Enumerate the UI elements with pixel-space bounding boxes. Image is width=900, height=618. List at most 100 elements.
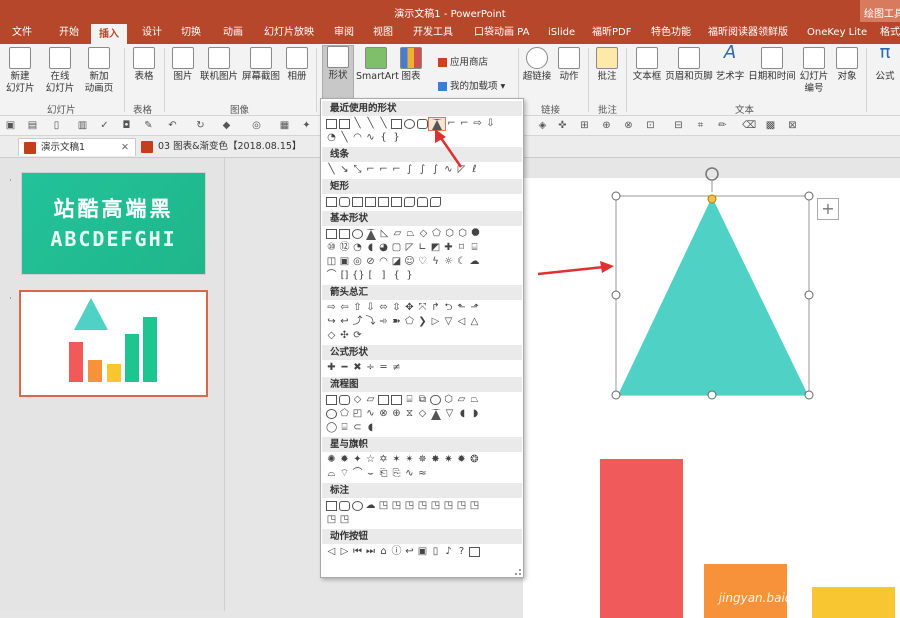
tab-islide[interactable]: iSlide bbox=[548, 22, 575, 44]
down-arrow-icon[interactable]: ⇩ bbox=[365, 303, 376, 313]
oval-shape-icon[interactable] bbox=[404, 119, 415, 129]
multidocument-icon[interactable]: ⧉ bbox=[417, 395, 428, 405]
divide-icon[interactable]: ÷ bbox=[365, 363, 376, 373]
line-callout-10-icon[interactable]: ◳ bbox=[339, 515, 350, 525]
or-icon[interactable]: ⊕ bbox=[391, 409, 402, 419]
bent-arrow-icon[interactable]: ↱ bbox=[430, 303, 441, 313]
textbox-shape-icon[interactable] bbox=[326, 119, 337, 129]
tab-design[interactable]: 设计 bbox=[142, 22, 162, 44]
adjust-handle[interactable] bbox=[707, 194, 717, 204]
star-10-icon[interactable]: ✵ bbox=[417, 455, 428, 465]
bevel-icon[interactable]: ▣ bbox=[339, 257, 350, 267]
curved-ribbon-up-icon[interactable]: ⌒ bbox=[352, 469, 363, 479]
star-32-icon[interactable]: ❂ bbox=[469, 455, 480, 465]
elbow-arrow-icon[interactable]: ⌐ bbox=[378, 165, 389, 175]
star-5-icon[interactable]: ☆ bbox=[365, 455, 376, 465]
rotate-handle-icon[interactable] bbox=[705, 167, 719, 181]
wave-icon[interactable]: ∿ bbox=[404, 469, 415, 479]
drawing-tools-context-tab[interactable]: 绘图工具 bbox=[860, 0, 900, 22]
line-shape-icon[interactable]: ╲ bbox=[365, 119, 376, 129]
album-button[interactable]: 相册 bbox=[284, 47, 310, 83]
cross-icon[interactable]: ✚ bbox=[443, 243, 454, 253]
display-icon[interactable]: ◖ bbox=[365, 423, 376, 433]
slide-thumbnail-2[interactable] bbox=[19, 290, 208, 397]
online-slide-button[interactable]: 在线 幻灯片 bbox=[44, 47, 76, 95]
resize-handle-bl[interactable] bbox=[611, 390, 621, 400]
hyperlink-button[interactable]: 超链接 bbox=[522, 47, 552, 83]
table-grid-icon[interactable]: ▩ bbox=[764, 119, 777, 132]
snip-rect-shape-icon[interactable] bbox=[365, 197, 376, 207]
tab-review[interactable]: 审阅 bbox=[334, 22, 354, 44]
action-return-icon[interactable]: ↩ bbox=[404, 547, 415, 557]
action-home-icon[interactable]: ⌂ bbox=[378, 547, 389, 557]
my-addins-button[interactable]: 我的加载项 ▾ bbox=[438, 78, 505, 92]
tab-insert[interactable]: 插入 bbox=[91, 22, 127, 44]
online-picture-button[interactable]: 联机图片 bbox=[199, 47, 239, 83]
curve-shape-icon[interactable]: ╲ bbox=[339, 133, 350, 143]
minus-icon[interactable]: ━ bbox=[339, 363, 350, 373]
line-callout-6-icon[interactable]: ◳ bbox=[443, 501, 454, 511]
vertical-textbox-icon[interactable] bbox=[339, 229, 350, 239]
connector-icon[interactable] bbox=[326, 409, 337, 419]
chord-icon[interactable]: ◖ bbox=[365, 243, 376, 253]
new-slide-button[interactable]: 新建 幻灯片 bbox=[6, 47, 35, 95]
quad-arrow-icon[interactable]: ✥ bbox=[404, 303, 415, 313]
star-16-icon[interactable]: ✷ bbox=[443, 455, 454, 465]
line-callout-1-icon[interactable]: ◳ bbox=[378, 501, 389, 511]
ungroup-icon[interactable]: ⊗ bbox=[622, 119, 635, 132]
action-info-icon[interactable]: ⓘ bbox=[391, 547, 402, 557]
layout-options-plus-icon[interactable]: + bbox=[817, 198, 839, 220]
ribbon-up-icon[interactable]: ⌓ bbox=[326, 469, 337, 479]
line-callout-2-icon[interactable]: ◳ bbox=[391, 501, 402, 511]
bar-yellow[interactable] bbox=[812, 587, 895, 618]
spelling-icon[interactable]: ✓ bbox=[98, 119, 111, 132]
stored-data-icon[interactable]: ◖ bbox=[457, 409, 468, 419]
cloud-callout-icon[interactable]: ☁ bbox=[365, 501, 376, 511]
app-store-button[interactable]: 应用商店 bbox=[438, 54, 488, 68]
action-back-icon[interactable]: ◁ bbox=[326, 547, 337, 557]
punched-tape-icon[interactable]: ∿ bbox=[365, 409, 376, 419]
trapezoid-icon[interactable]: ⏢ bbox=[405, 229, 416, 239]
rounded-rect-shape-icon[interactable] bbox=[339, 197, 350, 207]
cloud-icon[interactable]: ☁ bbox=[469, 257, 480, 267]
action-begin-icon[interactable]: ⏮ bbox=[352, 547, 363, 557]
undo-icon[interactable]: ↶ bbox=[166, 119, 179, 132]
new-anim-page-button[interactable]: 新加 动画页 bbox=[82, 47, 116, 95]
tab-slideshow[interactable]: 幻灯片放映 bbox=[264, 22, 314, 44]
line-shape-icon[interactable]: ╲ bbox=[326, 165, 337, 175]
curved-up-arrow-icon[interactable]: ⤴ bbox=[352, 317, 363, 327]
snip-rect-shape-icon[interactable] bbox=[352, 197, 363, 207]
extract-icon[interactable] bbox=[431, 409, 441, 420]
tab-view[interactable]: 视图 bbox=[373, 22, 393, 44]
teardrop-icon[interactable]: ◕ bbox=[378, 243, 389, 253]
ribbon-down-icon[interactable]: ⌔ bbox=[339, 469, 350, 479]
frame-icon[interactable]: ▢ bbox=[391, 243, 402, 253]
curved-ribbon-down-icon[interactable]: ⌣ bbox=[365, 469, 376, 479]
bent-up-arrow-icon[interactable]: ⬏ bbox=[469, 303, 480, 313]
star-8-icon[interactable]: ✴ bbox=[404, 455, 415, 465]
tab-features[interactable]: 特色功能 bbox=[651, 22, 691, 44]
curved-right-arrow-icon[interactable]: ↪ bbox=[326, 317, 337, 327]
brush-icon[interactable]: ✏ bbox=[716, 119, 729, 132]
vertical-textbox-shape-icon[interactable] bbox=[339, 119, 350, 129]
formula-button[interactable]: π 公式 bbox=[872, 44, 898, 83]
right-arrow-icon[interactable]: ⇨ bbox=[326, 303, 337, 313]
resize-handle-tl[interactable] bbox=[611, 191, 621, 201]
data-icon[interactable]: ▱ bbox=[365, 395, 376, 405]
folded-corner-icon[interactable]: ◪ bbox=[391, 257, 402, 267]
crop-icon[interactable]: ⌗ bbox=[694, 119, 707, 132]
action-document-icon[interactable]: ▯ bbox=[430, 547, 441, 557]
arc-shape-icon[interactable]: ◠ bbox=[352, 133, 363, 143]
pie-icon[interactable]: ◔ bbox=[352, 243, 363, 253]
quad-callout-icon[interactable]: ✣ bbox=[339, 331, 350, 341]
resize-handle-ml[interactable] bbox=[611, 290, 621, 300]
object-button[interactable]: 对象 bbox=[834, 47, 860, 83]
select-icon[interactable]: ⊠ bbox=[786, 119, 799, 132]
right-callout-arrow-icon[interactable]: ▷ bbox=[430, 317, 441, 327]
explosion-icon[interactable]: ✺ bbox=[326, 455, 337, 465]
diagonal-stripe-icon[interactable]: ◩ bbox=[430, 243, 441, 253]
oval-callout-icon[interactable] bbox=[352, 501, 363, 511]
star-4-icon[interactable]: ✦ bbox=[352, 455, 363, 465]
pentagon-icon[interactable]: ⬠ bbox=[431, 229, 442, 239]
left-arrow-icon[interactable]: ⇦ bbox=[339, 303, 350, 313]
